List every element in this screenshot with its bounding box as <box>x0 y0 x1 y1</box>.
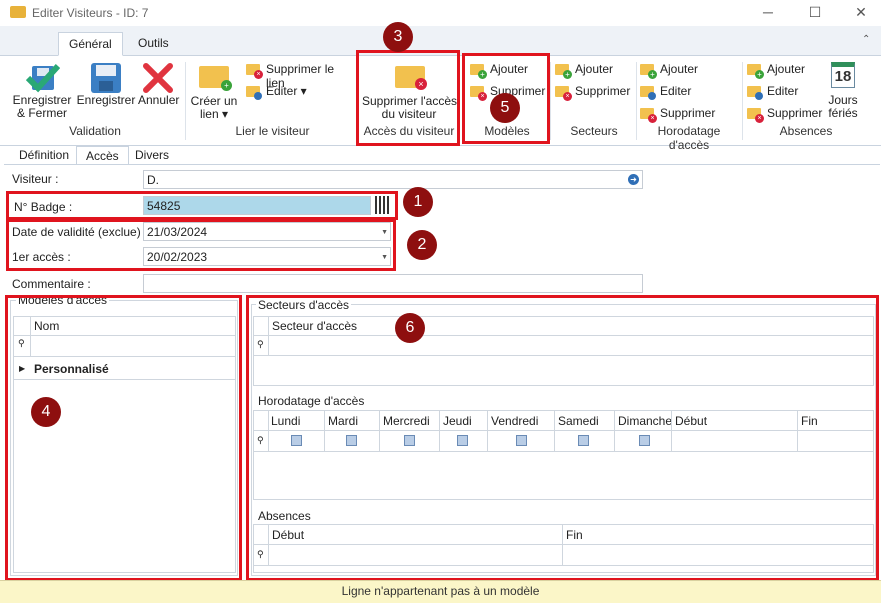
delete-link-button[interactable]: × Supprimer le lien <box>246 62 356 90</box>
red-x-icon <box>143 63 173 93</box>
group-label-absences: Absences <box>779 124 833 138</box>
commentaire-label: Commentaire : <box>12 277 91 291</box>
group-label-secteurs: Secteurs <box>570 124 618 138</box>
tab-general[interactable]: Général <box>58 32 123 56</box>
horodatage-delete-button[interactable]: × Supprimer <box>640 106 716 123</box>
group-label-validation: Validation <box>69 124 121 138</box>
plus-icon: + <box>563 70 572 79</box>
callout-1: 1 <box>403 187 433 217</box>
plus-icon: + <box>648 70 657 79</box>
minimize-button[interactable]: ─ <box>745 0 791 26</box>
close-button[interactable]: ✕ <box>838 0 881 26</box>
highlight-box-3 <box>356 50 460 146</box>
group-separator <box>550 62 551 140</box>
commentaire-field[interactable] <box>143 274 643 293</box>
arrow-right-icon[interactable]: ➜ <box>628 174 639 185</box>
horodatage-add-button[interactable]: + Ajouter <box>640 62 710 79</box>
group-label-lier: Lier le visiteur <box>235 124 310 138</box>
visiteur-value: D. <box>147 173 159 187</box>
plus-icon: + <box>755 70 764 79</box>
visiteur-field[interactable]: D. ➜ <box>143 170 643 189</box>
holidays-button[interactable]: 18 Jours fériés <box>826 60 860 120</box>
window-title: Editer Visiteurs - ID: 7 <box>32 6 149 20</box>
callout-3: 3 <box>383 22 413 52</box>
secteur-add-button[interactable]: + Ajouter <box>555 62 625 79</box>
save-button[interactable]: Enregistrer <box>76 60 136 120</box>
group-separator <box>742 62 743 140</box>
visiteur-label: Visiteur : <box>12 172 59 186</box>
secteur-add-label: Ajouter <box>575 62 614 76</box>
horodatage-edit-button[interactable]: Editer <box>640 84 710 100</box>
horodatage-add-label: Ajouter <box>660 62 699 76</box>
cancel-label: Annuler <box>138 93 180 107</box>
absence-delete-label: Supprimer <box>767 106 823 120</box>
edit-link-button[interactable]: Editer ▾ <box>246 84 326 100</box>
highlight-box-6 <box>246 295 879 581</box>
tab-underline <box>4 164 880 165</box>
callout-4: 4 <box>31 397 61 427</box>
save-close-label: Enregistrer & Fermer <box>12 93 72 120</box>
pencil-icon <box>755 92 763 100</box>
maximize-button[interactable]: ☐ <box>792 0 838 26</box>
callout-6: 6 <box>395 313 425 343</box>
x-icon: × <box>563 92 572 101</box>
group-separator <box>185 62 186 140</box>
x-icon: × <box>755 114 764 123</box>
cancel-button[interactable]: Annuler <box>138 60 180 120</box>
tab-acces[interactable]: Accès <box>76 146 129 165</box>
absence-add-button[interactable]: + Ajouter <box>747 62 817 79</box>
tab-divers[interactable]: Divers <box>126 146 178 165</box>
absence-add-label: Ajouter <box>767 62 806 76</box>
holidays-label: Jours fériés <box>828 93 858 120</box>
save-label: Enregistrer <box>76 93 136 107</box>
secteur-delete-button[interactable]: × Supprimer <box>555 84 631 101</box>
folder-app-icon <box>10 6 26 18</box>
checkmark-save-icon <box>26 63 60 93</box>
save-close-button[interactable]: Enregistrer & Fermer <box>12 60 72 120</box>
absence-edit-label: Editer <box>767 84 799 98</box>
title-bar: Editer Visiteurs - ID: 7 ─ ☐ ✕ <box>0 0 881 26</box>
horodatage-delete-label: Supprimer <box>660 106 716 120</box>
tab-definition[interactable]: Définition <box>10 146 78 165</box>
absence-delete-button[interactable]: × Supprimer <box>747 106 823 123</box>
highlight-box-1 <box>6 191 398 220</box>
pencil-icon <box>254 92 262 100</box>
status-bar: Ligne n'appartenant pas à un modèle <box>0 580 881 603</box>
absence-edit-button[interactable]: Editer <box>747 84 817 100</box>
callout-5: 5 <box>490 93 520 123</box>
secteur-delete-label: Supprimer <box>575 84 631 98</box>
highlight-box-4 <box>5 295 242 581</box>
callout-2: 2 <box>407 230 437 260</box>
group-label-horodatage: Horodatage d'accès <box>657 124 721 152</box>
floppy-disk-icon <box>91 63 121 93</box>
calendar-icon: 18 <box>831 62 855 88</box>
pencil-icon <box>648 92 656 100</box>
highlight-box-2 <box>6 219 396 271</box>
create-link-button[interactable]: + Créer un lien ▾ <box>188 60 240 122</box>
x-icon: × <box>648 114 657 123</box>
tab-outils[interactable]: Outils <box>128 32 179 56</box>
horodatage-edit-label: Editer <box>660 84 692 98</box>
edit-link-label: Editer ▾ <box>266 84 307 98</box>
create-link-label: Créer un lien ▾ <box>190 94 238 121</box>
collapse-ribbon-icon[interactable]: ⌃ <box>862 34 870 45</box>
plus-icon: + <box>221 80 232 91</box>
x-icon: × <box>254 70 263 79</box>
